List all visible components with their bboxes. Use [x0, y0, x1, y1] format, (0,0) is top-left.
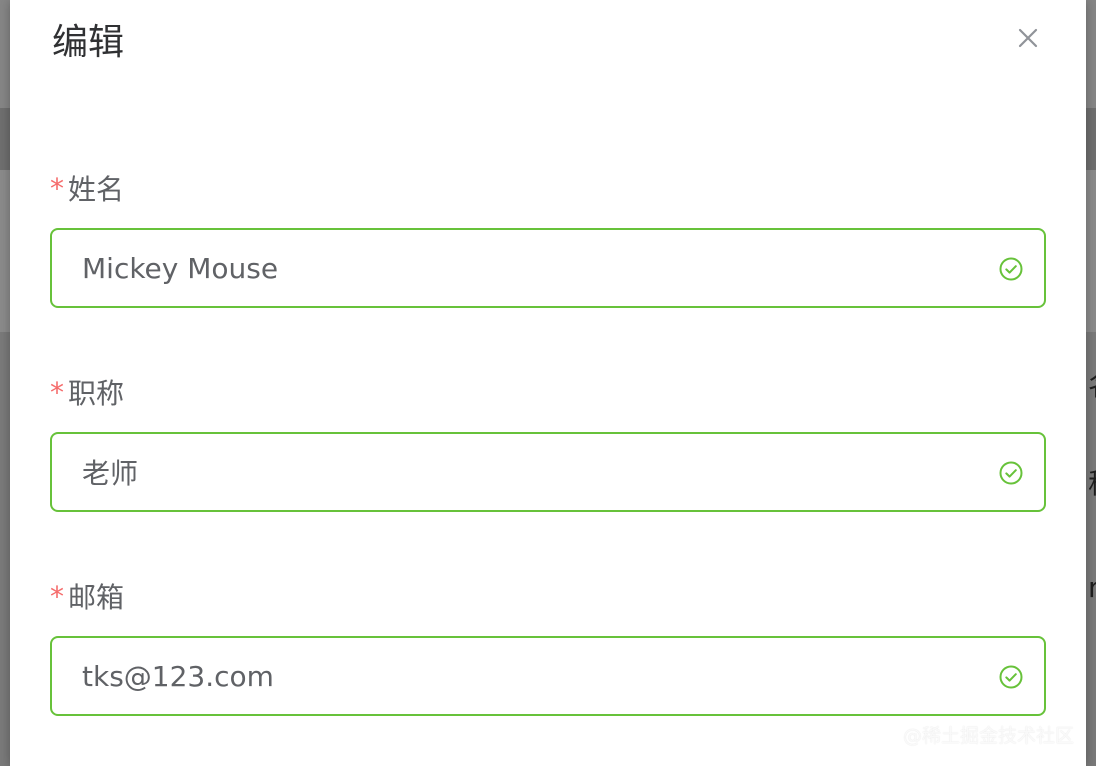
check-circle-icon — [998, 664, 1024, 690]
title-label-text: 职称 — [68, 377, 125, 410]
email-input[interactable] — [52, 638, 1044, 714]
required-mark: * — [50, 579, 64, 613]
required-mark: * — [50, 171, 64, 205]
title-field-wrapper — [50, 432, 1046, 512]
required-mark: * — [50, 375, 64, 409]
email-label: * 邮箱 — [50, 576, 124, 616]
name-input[interactable] — [52, 230, 1044, 306]
check-circle-icon — [998, 460, 1024, 486]
name-label-text: 姓名 — [68, 173, 125, 206]
close-button[interactable] — [1012, 22, 1044, 54]
email-field-wrapper — [50, 636, 1046, 716]
name-label: * 姓名 — [50, 168, 124, 208]
background-text-fragment: 称 — [1088, 470, 1096, 498]
background-text-fragment: m — [1088, 574, 1096, 602]
close-icon — [1018, 28, 1038, 48]
title-label: * 职称 — [50, 372, 124, 412]
title-input[interactable] — [52, 434, 1044, 510]
watermark: @稀土掘金技术社区 — [902, 725, 1074, 747]
check-circle-icon — [998, 256, 1024, 282]
dialog-title: 编辑 — [52, 22, 125, 63]
name-field-wrapper — [50, 228, 1046, 308]
background-text-fragment: 名 — [1088, 372, 1096, 400]
email-label-text: 邮箱 — [68, 581, 125, 614]
edit-dialog: 编辑 * 姓名 * 职称 * 邮箱 — [10, 0, 1086, 766]
